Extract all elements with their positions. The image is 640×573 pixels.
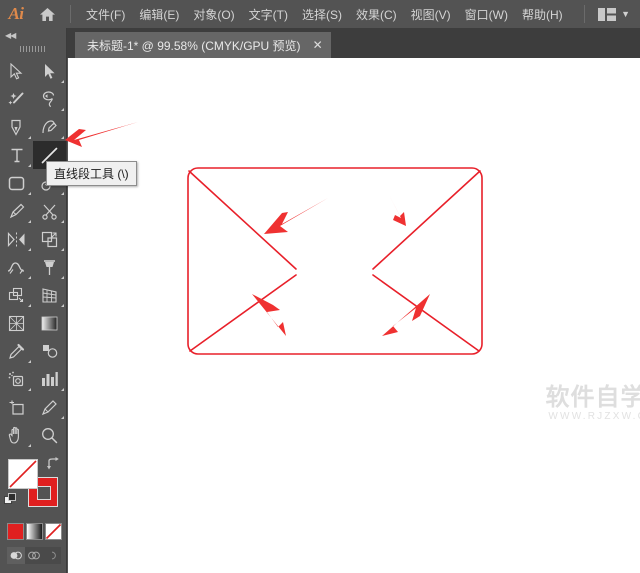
none-slash-icon: [9, 460, 37, 488]
tool-group-indicator: [61, 416, 64, 419]
tool-group-indicator: [28, 276, 31, 279]
envelope-outline-drawing: [187, 167, 483, 355]
tool-group-indicator: [28, 248, 31, 251]
hand-tool[interactable]: [0, 421, 33, 449]
tool-tooltip: 直线段工具 (\): [46, 161, 137, 186]
tool-grid: [0, 55, 66, 449]
draw-behind-mode[interactable]: [25, 547, 43, 564]
line-top-left: [188, 170, 297, 270]
collapse-panel-button[interactable]: ◀◀: [0, 28, 66, 42]
eyedropper-tool[interactable]: [0, 337, 33, 365]
gradient-tool[interactable]: [33, 309, 66, 337]
tool-group-indicator: [61, 220, 64, 223]
tool-group-indicator: [28, 388, 31, 391]
artboard-tool[interactable]: [0, 393, 33, 421]
curvature-tool[interactable]: [33, 113, 66, 141]
menu-edit[interactable]: 编辑(E): [132, 2, 186, 27]
draw-inside-mode[interactable]: [43, 547, 61, 564]
shaper-tool[interactable]: [0, 197, 33, 225]
none-swatch-button[interactable]: [45, 523, 62, 540]
menu-object[interactable]: 对象(O): [186, 2, 241, 27]
artboard-canvas[interactable]: 软件自学网 WWW.RJZXW.COM: [68, 58, 640, 573]
menu-file[interactable]: 文件(F): [79, 2, 132, 27]
tool-group-indicator: [61, 248, 64, 251]
close-icon[interactable]: ✕: [313, 39, 323, 51]
line-bottom-left: [189, 274, 297, 352]
menu-select[interactable]: 选择(S): [295, 2, 349, 27]
selection-tool[interactable]: [0, 57, 33, 85]
symbol-sprayer-tool[interactable]: [0, 365, 33, 393]
document-tab[interactable]: 未标题-1* @ 99.58% (CMYK/GPU 预览) ✕: [75, 32, 331, 58]
menu-bar: Ai 文件(F) 编辑(E) 对象(O) 文字(T) 选择(S) 效果(C) 视…: [0, 0, 640, 28]
menu-help[interactable]: 帮助(H): [515, 2, 570, 27]
shape-builder-tool[interactable]: [0, 281, 33, 309]
menu-divider: [70, 5, 71, 23]
default-fill-stroke-icon[interactable]: [4, 493, 17, 506]
tool-group-indicator: [28, 164, 31, 167]
line-top-right: [372, 170, 481, 270]
tool-group-indicator: [61, 388, 64, 391]
fill-stroke-control: [0, 455, 66, 517]
scissors-tool[interactable]: [33, 197, 66, 225]
workspace-switcher[interactable]: ▼: [576, 5, 640, 23]
scale-tool[interactable]: [33, 225, 66, 253]
chevron-down-icon: ▼: [621, 8, 630, 19]
envelope-rect: [187, 167, 483, 355]
lasso-tool[interactable]: [33, 85, 66, 113]
rectangle-tool[interactable]: [0, 169, 33, 197]
tool-group-indicator: [61, 108, 64, 111]
none-slash-icon: [46, 524, 61, 539]
app-logo: Ai: [8, 4, 24, 23]
blend-tool[interactable]: [33, 337, 66, 365]
home-icon[interactable]: [32, 0, 62, 28]
width-tool[interactable]: [0, 253, 33, 281]
swap-fill-stroke-icon[interactable]: [46, 457, 60, 470]
draw-normal-mode[interactable]: [7, 547, 25, 564]
tool-group-indicator: [61, 304, 64, 307]
stroke-swatch-center: [37, 486, 51, 500]
mesh-tool[interactable]: [0, 309, 33, 337]
tool-group-indicator: [28, 136, 31, 139]
tool-group-indicator: [28, 192, 31, 195]
tool-group-indicator: [61, 136, 64, 139]
gradient-swatch-button[interactable]: [26, 523, 43, 540]
color-swatch-button[interactable]: [7, 523, 24, 540]
tool-group-indicator: [61, 276, 64, 279]
tool-group-indicator: [28, 444, 31, 447]
color-mode-swatches: [0, 517, 66, 540]
tool-group-indicator: [28, 220, 31, 223]
line-bottom-right: [372, 274, 480, 352]
magic-wand-tool[interactable]: [0, 85, 33, 113]
workspace-divider: [584, 5, 586, 23]
menu-window[interactable]: 窗口(W): [458, 2, 515, 27]
draw-mode-group: [7, 547, 61, 564]
fill-swatch[interactable]: [8, 459, 38, 489]
menu-view[interactable]: 视图(V): [404, 2, 458, 27]
tool-group-indicator: [28, 360, 31, 363]
tool-group-indicator: [61, 192, 64, 195]
column-graph-tool[interactable]: [33, 365, 66, 393]
direct-selection-tool[interactable]: [33, 57, 66, 85]
menu-effect[interactable]: 效果(C): [349, 2, 404, 27]
zoom-tool[interactable]: [33, 421, 66, 449]
tools-panel: ◀◀: [0, 28, 67, 573]
panel-drag-handle[interactable]: [0, 42, 66, 55]
illustrator-window: Ai 文件(F) 编辑(E) 对象(O) 文字(T) 选择(S) 效果(C) 视…: [0, 0, 640, 573]
slice-tool[interactable]: [33, 393, 66, 421]
pen-tool[interactable]: [0, 113, 33, 141]
free-transform-tool[interactable]: [33, 253, 66, 281]
tool-group-indicator: [28, 304, 31, 307]
type-tool[interactable]: [0, 141, 33, 169]
document-tab-title: 未标题-1* @ 99.58% (CMYK/GPU 预览): [87, 38, 301, 53]
tool-group-indicator: [61, 80, 64, 83]
document-tab-strip: 未标题-1* @ 99.58% (CMYK/GPU 预览) ✕: [67, 28, 640, 58]
rotate-tool[interactable]: [0, 225, 33, 253]
perspective-grid-tool[interactable]: [33, 281, 66, 309]
workspace-grid-icon: [598, 7, 617, 21]
menu-type[interactable]: 文字(T): [242, 2, 295, 27]
